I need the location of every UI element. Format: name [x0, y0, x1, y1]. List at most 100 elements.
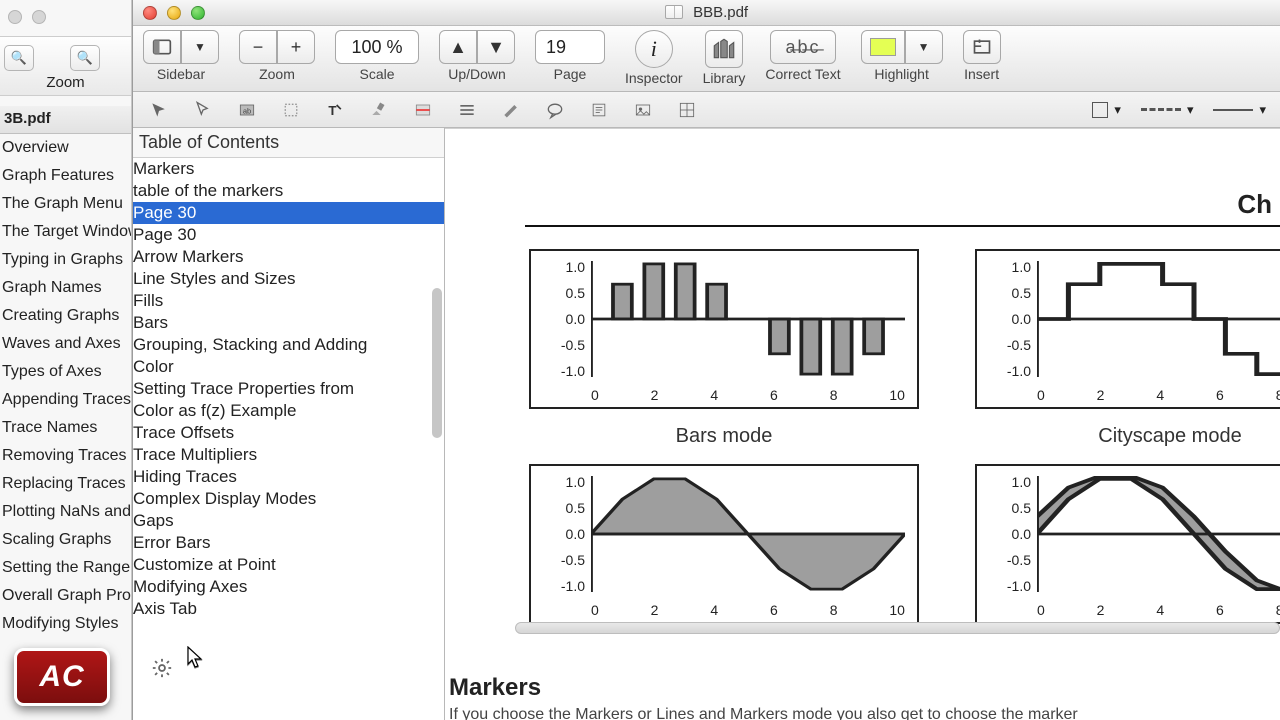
bg-toc-item[interactable]: Appending Traces	[0, 386, 131, 414]
ac-badge: AC	[14, 648, 110, 706]
toc-list[interactable]: Markerstable of the markersPage 30Page 3…	[133, 158, 444, 720]
bg-toc-item[interactable]: Scaling Graphs	[0, 526, 131, 554]
bg-toc-item[interactable]: Modifying Styles	[0, 610, 131, 638]
scale-label: Scale	[359, 66, 394, 82]
inspector-button[interactable]: i	[635, 30, 673, 68]
bg-toc-item[interactable]: Waves and Axes	[0, 330, 131, 358]
toc-item[interactable]: Axis Tab	[133, 598, 444, 620]
highlight-button[interactable]	[861, 30, 905, 64]
note-tool-button[interactable]	[579, 96, 619, 124]
toc-item[interactable]: Trace Multipliers	[133, 444, 444, 466]
chart1-plot	[591, 261, 905, 377]
toc-item[interactable]: Color	[133, 356, 444, 378]
bg-toc-item[interactable]: Types of Axes	[0, 358, 131, 386]
bg-toc-item[interactable]: The Target Window	[0, 218, 131, 246]
gear-icon	[151, 657, 173, 679]
bg-toc-item[interactable]: Overview	[0, 134, 131, 162]
bg-zoom-in-button[interactable]: 🔍	[70, 45, 100, 71]
toc-item[interactable]: Grouping, Stacking and Adding	[133, 334, 444, 356]
text-tool-button[interactable]: T	[315, 96, 355, 124]
bg-toc-item[interactable]: The Graph Menu	[0, 190, 131, 218]
chart-fill-mode: 1.00.50.0-0.5-1.0 0246810	[529, 464, 919, 624]
toc-item[interactable]: Bars	[133, 312, 444, 334]
window-title-text: BBB.pdf	[693, 4, 748, 21]
highlight-label: Highlight	[874, 66, 928, 82]
library-button[interactable]	[705, 30, 743, 68]
image-tool-button[interactable]	[623, 96, 663, 124]
bg-close-dot[interactable]	[8, 10, 22, 24]
toc-item[interactable]: Customize at Point	[133, 554, 444, 576]
bg-toc-item[interactable]: Creating Graphs	[0, 302, 131, 330]
toc-item[interactable]: Setting Trace Properties from	[133, 378, 444, 400]
toc-item[interactable]: table of the markers	[133, 180, 444, 202]
sidebar-button[interactable]	[143, 30, 181, 64]
toc-item[interactable]: Complex Display Modes	[133, 488, 444, 510]
inspector-label: Inspector	[625, 70, 683, 86]
toc-item[interactable]: Modifying Axes	[133, 576, 444, 598]
page-input[interactable]: 19	[535, 30, 605, 64]
zoom-out-button[interactable]: −	[239, 30, 277, 64]
chart-cityscape-mode: 1.00.50.0-0.5-1.0 0246810	[975, 249, 1280, 409]
highlight-group: ▼ Highlight	[861, 30, 943, 82]
toc-item[interactable]: Gaps	[133, 510, 444, 532]
move-tool-button[interactable]	[139, 96, 179, 124]
toc-item[interactable]: Line Styles and Sizes	[133, 268, 444, 290]
toc-item[interactable]: Error Bars	[133, 532, 444, 554]
chapter-heading-fragment: Ch	[1237, 189, 1272, 220]
comment-tool-button[interactable]	[535, 96, 575, 124]
bg-toc-item[interactable]: Replacing Traces	[0, 470, 131, 498]
page-up-button[interactable]: ▲	[439, 30, 477, 64]
toc-item[interactable]: Fills	[133, 290, 444, 312]
highlight-menu-button[interactable]: ▼	[905, 30, 943, 64]
chart3-plot	[591, 476, 905, 592]
insert-button[interactable]	[963, 30, 1001, 64]
toc-item[interactable]: Page 30	[133, 224, 444, 246]
zoom-in-button[interactable]: +	[277, 30, 315, 64]
fill-style-dropdown[interactable]: ▾	[1084, 96, 1129, 124]
correct-group: a̶b̶c̶ Correct Text	[765, 30, 840, 82]
bg-toc-item[interactable]: Plotting NaNs and	[0, 498, 131, 526]
page-hscrollbar[interactable]	[515, 622, 1280, 634]
solid-line-icon	[1213, 109, 1253, 111]
chart4-plot	[1037, 476, 1280, 592]
bg-min-dot[interactable]	[32, 10, 46, 24]
toc-item[interactable]: Arrow Markers	[133, 246, 444, 268]
bg-toc-item[interactable]: Removing Traces	[0, 442, 131, 470]
select-tool-button[interactable]	[183, 96, 223, 124]
dash-style-dropdown[interactable]: ▾	[1133, 96, 1202, 124]
toc-scrollbar[interactable]	[432, 288, 442, 438]
bg-toc-item[interactable]: Graph Features	[0, 162, 131, 190]
bg-toc-item[interactable]: Trace Names	[0, 414, 131, 442]
lines-tool-button[interactable]	[447, 96, 487, 124]
toc-item[interactable]: Color as f(z) Example	[133, 400, 444, 422]
area-select-button[interactable]: ab	[227, 96, 267, 124]
highlight-tool-button[interactable]	[359, 96, 399, 124]
toc-item[interactable]: Page 30	[133, 202, 444, 224]
toc-item[interactable]: Markers	[133, 158, 444, 180]
bg-zoom-out-button[interactable]: 🔍	[4, 45, 34, 71]
sidebar-menu-button[interactable]: ▼	[181, 30, 219, 64]
bg-toc-item[interactable]: Graph Names	[0, 274, 131, 302]
main-toolbar: ▼ Sidebar − + Zoom 100 % Scale ▲ ▼ Up/Do…	[133, 26, 1280, 92]
zoom-group: − + Zoom	[239, 30, 315, 82]
toc-item[interactable]: Trace Offsets	[133, 422, 444, 444]
highlight-swatch-icon	[870, 38, 896, 56]
bg-toc-item[interactable]: Setting the Range	[0, 554, 131, 582]
crop-button[interactable]	[271, 96, 311, 124]
page-viewer[interactable]: Ch 1.00.50.0-0.5-1.0 0246810 Bars mode 1…	[445, 128, 1280, 720]
bg-toc-item[interactable]: Overall Graph Properties	[0, 582, 131, 610]
strike-tool-button[interactable]	[403, 96, 443, 124]
line-width-dropdown[interactable]: ▾	[1205, 96, 1274, 124]
bg-toc-list[interactable]: OverviewGraph FeaturesThe Graph MenuThe …	[0, 134, 131, 720]
draw-tool-button[interactable]	[491, 96, 531, 124]
correct-text-button[interactable]: a̶b̶c̶	[770, 30, 835, 64]
chevron-down-icon: ▼	[918, 40, 930, 54]
chart-bars-mode: 1.00.50.0-0.5-1.0 0246810	[529, 249, 919, 409]
bg-tab-title[interactable]: 3B.pdf	[0, 106, 131, 134]
toc-settings-button[interactable]	[151, 657, 173, 682]
scale-value[interactable]: 100 %	[335, 30, 419, 64]
grid-tool-button[interactable]	[667, 96, 707, 124]
bg-toc-item[interactable]: Typing in Graphs	[0, 246, 131, 274]
toc-item[interactable]: Hiding Traces	[133, 466, 444, 488]
page-down-button[interactable]: ▼	[477, 30, 515, 64]
